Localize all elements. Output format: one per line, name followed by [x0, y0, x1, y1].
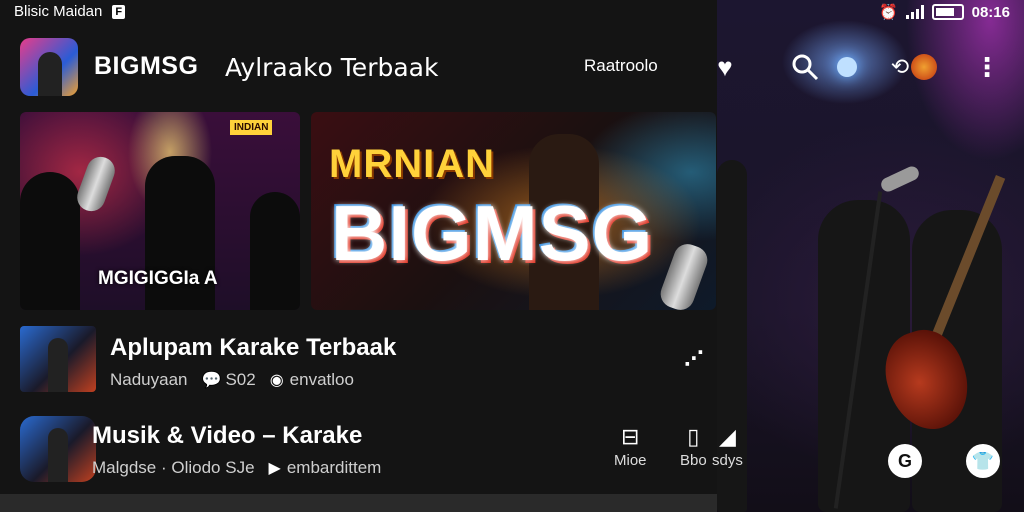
status-badge: F — [112, 4, 126, 19]
thumbnail-caption: MGIGIGGIa A — [98, 268, 218, 289]
more-icon[interactable]: ⋮ — [970, 50, 1004, 84]
bottom-bar — [0, 494, 717, 512]
action-label: Mioe — [614, 452, 647, 469]
action-flame[interactable]: ◢ sdys — [712, 424, 743, 469]
thumbnail-subtitle: MRNIAN — [329, 142, 495, 186]
battery-icon — [931, 4, 964, 20]
video-thumbnail[interactable]: INDIAN MGIGIGGIa A — [20, 112, 300, 310]
row-thumbnail[interactable] — [20, 326, 96, 392]
shirt-icon[interactable]: 👕 — [966, 444, 1000, 478]
action-label: sdys — [712, 452, 743, 469]
microphone — [878, 164, 922, 194]
row-meta: Malgdse · Oliodo SJe ▶ embardittem — [92, 458, 381, 478]
row-title[interactable]: Aplupam Karake Terbaak — [110, 334, 396, 362]
singer-silhouette — [20, 172, 80, 310]
circle-icon: ◉ — [269, 372, 284, 389]
row-title[interactable]: Musik & Video – Karake — [92, 422, 362, 450]
status-time: 08:16 — [971, 3, 1010, 21]
featured-thumbnail[interactable]: MRNIAN BIGMSG — [311, 112, 716, 310]
thumbnail-badge: INDIAN — [230, 120, 273, 135]
channel-avatar[interactable] — [20, 38, 78, 96]
row-meta-info: Malgdse · Oliodo SJe — [92, 458, 255, 477]
status-bar: Blisic Maidan F ⏰ 08:16 — [0, 0, 1024, 26]
status-app-label: Blisic Maidan — [14, 3, 103, 20]
header-link[interactable]: Raatroolo — [584, 56, 658, 76]
action-label: Bbo — [680, 452, 707, 469]
lock-icon: ⊟ — [621, 424, 640, 449]
channel-tagline: Aylraakᴏ Terbaak — [225, 53, 439, 82]
thumbnail-title: BIGMSG — [331, 189, 654, 277]
microphone — [73, 152, 119, 216]
flame-icon: ◢ — [718, 424, 736, 449]
search-icon[interactable] — [788, 50, 822, 84]
action-lock[interactable]: ⊟ Mioe — [614, 424, 647, 469]
light-icon — [830, 50, 864, 84]
row-thumbnail[interactable] — [20, 416, 96, 482]
channel-header: BIGMSG Aylraakᴏ Terbaak Raatroolo ♥ ⟲ ⋮ — [0, 38, 1024, 98]
microphone — [656, 240, 712, 310]
row-meta: Naduyaan 💬 S02 ◉ envatloo — [110, 370, 354, 390]
gallery-icon[interactable]: G — [888, 444, 922, 478]
row-meta-status: embardittem — [286, 458, 382, 477]
channel-name[interactable]: BIGMSG — [94, 52, 198, 81]
heart-icon[interactable]: ♥ — [708, 50, 742, 84]
cast-icon[interactable]: ⟲ — [884, 50, 944, 84]
row-meta-author: Naduyaan — [110, 370, 188, 389]
alarm-icon: ⏰ — [878, 4, 898, 21]
play-icon: ▶ — [268, 460, 281, 477]
row-meta-status: envatloo — [289, 370, 354, 389]
action-phone[interactable]: ▯ Bbo — [680, 424, 707, 469]
list-item[interactable]: Aplupam Karake Terbaak Naduyaan 💬 S02 ◉ … — [0, 324, 717, 396]
chat-icon: 💬 — [201, 372, 222, 389]
share-icon[interactable]: ⋰ — [684, 346, 704, 371]
list-item[interactable]: Musik & Video – Karake Malgdse · Oliodo … — [0, 414, 743, 490]
singer-silhouette — [250, 192, 300, 310]
row-meta-count: S02 — [225, 370, 256, 389]
phone-icon: ▯ — [687, 424, 700, 449]
signal-icon — [905, 5, 924, 19]
